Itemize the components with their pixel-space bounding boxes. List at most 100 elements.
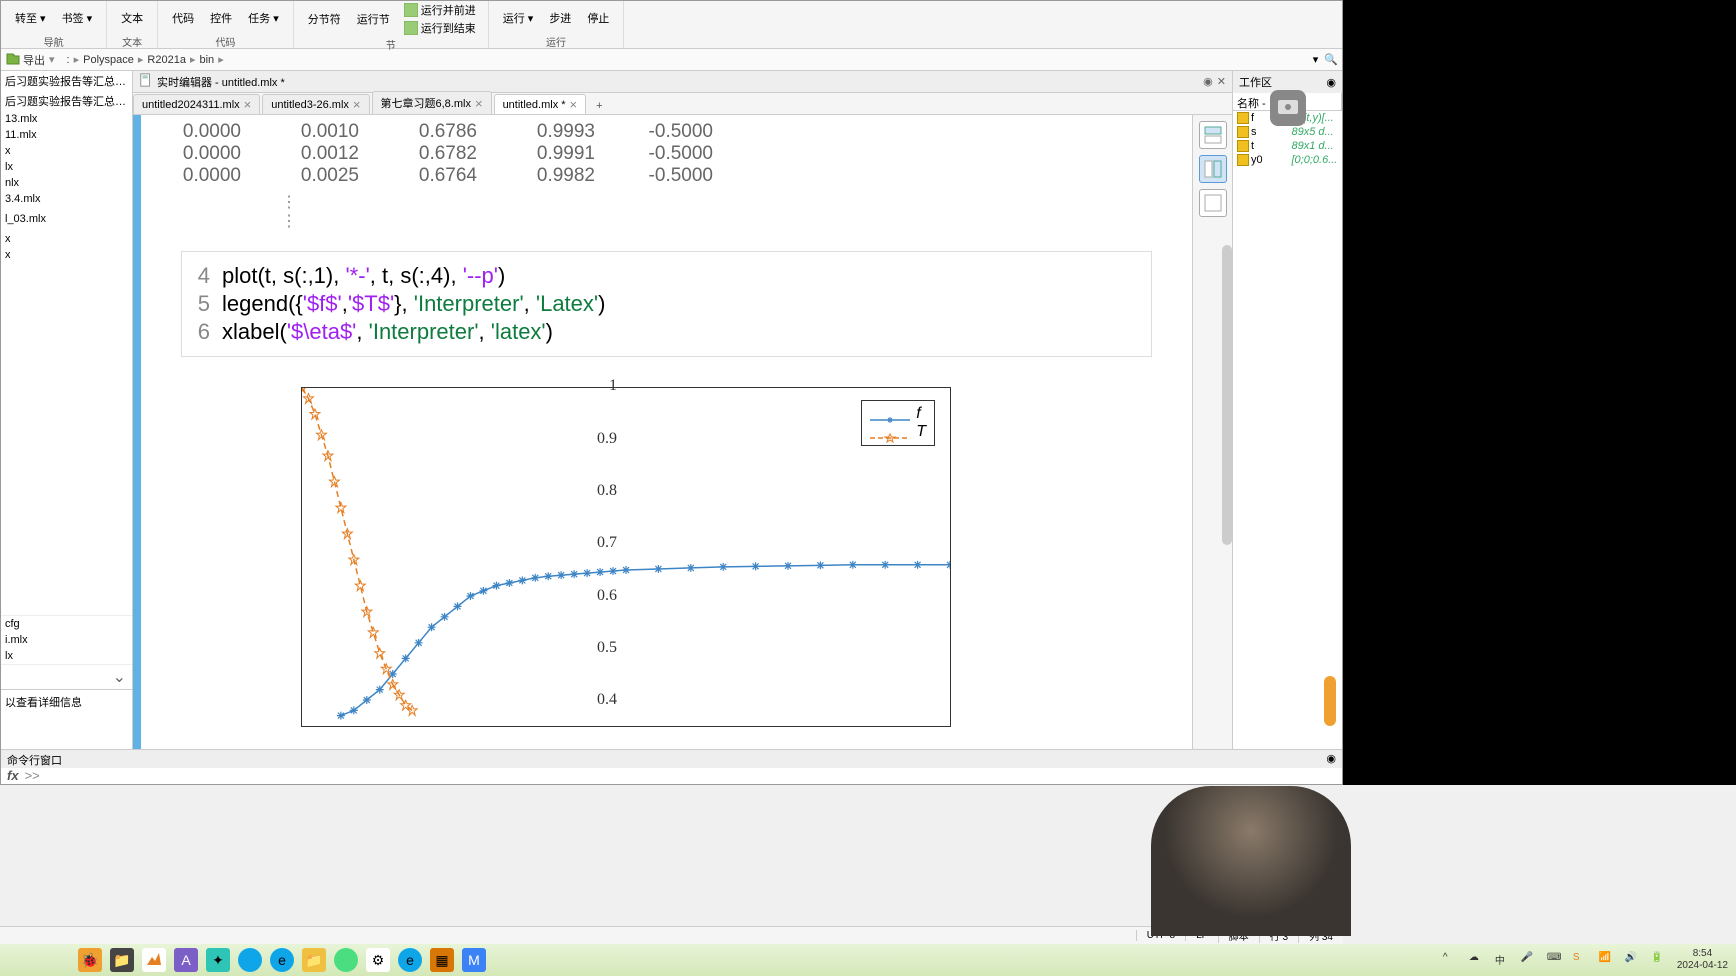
restore-icon[interactable]: ◉	[1203, 75, 1213, 88]
ribbon-button-控件[interactable]: 控件	[204, 8, 238, 28]
file-item[interactable]: 3.4.mlx	[1, 191, 132, 207]
export-icon[interactable]	[5, 52, 21, 68]
tray-volume-icon[interactable]: 🔊	[1625, 952, 1641, 968]
ribbon-group-label: 代码	[215, 34, 235, 48]
taskbar-app-8[interactable]: 📁	[302, 948, 326, 972]
section-gutter[interactable]	[133, 115, 141, 749]
tab-close-icon[interactable]: ×	[353, 98, 361, 111]
workspace-menu-icon[interactable]: ◉	[1326, 76, 1336, 89]
ribbon-button-运行节[interactable]: 运行节	[351, 9, 396, 29]
ribbon-button-步进[interactable]: 步进	[543, 8, 577, 28]
clock-time: 8:54	[1677, 948, 1728, 960]
taskbar-app-7[interactable]: e	[270, 948, 294, 972]
fx-button[interactable]: fx	[7, 768, 19, 783]
ribbon-button-分节符[interactable]: 分节符	[302, 9, 347, 29]
code-block[interactable]: 456 plot(t, s(:,1), '*-', t, s(:,4), '--…	[181, 251, 1152, 357]
ribbon-toolbar: 转至 ▾书签 ▾导航 文本文本 代码控件任务 ▾代码 分节符运行节运行并前进运行…	[1, 1, 1342, 49]
tray-app-icon[interactable]: S	[1573, 952, 1589, 968]
address-segment[interactable]: R2021a	[145, 54, 188, 66]
legend-entry: f	[870, 405, 926, 423]
ribbon-button-运行[interactable]: 运行 ▾	[497, 8, 540, 28]
editor-tab[interactable]: untitled.mlx *×	[494, 94, 587, 114]
view-hide-code-button[interactable]	[1199, 189, 1227, 217]
tab-close-icon[interactable]: ×	[570, 98, 578, 111]
file-item[interactable]: 后习题实验报告等汇总.p...	[1, 71, 132, 91]
tray-battery-icon[interactable]: 🔋	[1651, 952, 1667, 968]
tab-add-button[interactable]: +	[588, 98, 610, 114]
taskbar-app-5[interactable]: ✦	[206, 948, 230, 972]
black-sidebar	[1343, 0, 1736, 785]
taskbar: 🐞 📁 A ✦ e 📁 ⚙ e ▦ M ^ ☁ 中 🎤 ⌨ S 📶 🔊 🔋 8:…	[0, 944, 1736, 976]
close-icon[interactable]: ✕	[1217, 75, 1226, 88]
file-item[interactable]: lx	[1, 159, 132, 175]
taskbar-app-12[interactable]: ▦	[430, 948, 454, 972]
tray-mic-icon[interactable]: 🎤	[1521, 952, 1537, 968]
view-output-inline-button[interactable]	[1199, 121, 1227, 149]
command-window-menu-icon[interactable]: ◉	[1326, 752, 1336, 766]
tray-language-icon[interactable]: 中	[1495, 952, 1511, 968]
tray-chevron-icon[interactable]: ^	[1443, 952, 1459, 968]
workspace-variable-row[interactable]: t89x1 d...	[1233, 139, 1342, 153]
file-item[interactable]: 11.mlx	[1, 127, 132, 143]
ribbon-button-运行到结束[interactable]: 运行到结束	[400, 19, 480, 37]
editor-tab[interactable]: untitled2024311.mlx×	[133, 94, 260, 114]
editor-tab[interactable]: untitled3-26.mlx×	[262, 94, 369, 114]
file-item[interactable]: i.mlx	[1, 632, 132, 648]
ribbon-button-运行并前进[interactable]: 运行并前进	[400, 1, 480, 19]
file-item[interactable]: x	[1, 247, 132, 263]
taskbar-clock[interactable]: 8:54 2024-04-12	[1677, 948, 1728, 972]
file-list-expand-icon[interactable]: ⌄	[1, 664, 132, 689]
address-dropdown-icon[interactable]: ▾	[1313, 53, 1319, 66]
command-window: 命令行窗口 ◉ fx >>	[1, 749, 1342, 784]
address-bar[interactable]: 导出 ▾ :▸Polyspace▸R2021a▸bin▸ ▾ 🔍	[1, 49, 1342, 71]
tray-keyboard-icon[interactable]: ⌨	[1547, 952, 1563, 968]
file-item[interactable]: 13.mlx	[1, 111, 132, 127]
taskbar-matlab[interactable]	[142, 948, 166, 972]
file-item[interactable]: x	[1, 143, 132, 159]
address-segment[interactable]: bin	[198, 54, 217, 66]
taskbar-edge[interactable]: e	[398, 948, 422, 972]
floating-app-icon[interactable]	[1270, 90, 1306, 126]
ribbon-group-label: 节	[386, 37, 396, 51]
editor-tab[interactable]: 第七章习题6,8.mlx×	[372, 91, 492, 114]
address-segment[interactable]: Polyspace	[81, 54, 136, 66]
taskbar-app-9[interactable]	[334, 948, 358, 972]
tab-close-icon[interactable]: ×	[475, 97, 483, 110]
file-item[interactable]: lx	[1, 648, 132, 664]
taskbar-app-1[interactable]: 🐞	[78, 948, 102, 972]
tray-onedrive-icon[interactable]: ☁	[1469, 952, 1485, 968]
ribbon-button-文本[interactable]: 文本	[115, 8, 149, 28]
ribbon-button-停止[interactable]: 停止	[581, 8, 615, 28]
output-cell: 0.9993	[515, 121, 595, 143]
tray-wifi-icon[interactable]: 📶	[1599, 952, 1615, 968]
ribbon-button-书签[interactable]: 书签 ▾	[56, 8, 99, 28]
search-icon[interactable]: 🔍	[1324, 53, 1338, 66]
taskbar-app-4[interactable]: A	[174, 948, 198, 972]
file-browser-panel: 后习题实验报告等汇总.p...后习题实验报告等汇总.m...13.mlx11.m…	[1, 71, 133, 749]
taskbar-app-10[interactable]: ⚙	[366, 948, 390, 972]
address-segment[interactable]: :	[65, 54, 72, 66]
ribbon-button-任务[interactable]: 任务 ▾	[242, 8, 285, 28]
file-list[interactable]: 后习题实验报告等汇总.p...后习题实验报告等汇总.m...13.mlx11.m…	[1, 71, 132, 615]
editor-scrollbar[interactable]	[1222, 245, 1232, 545]
plot-legend: fT	[861, 400, 935, 446]
view-output-right-button[interactable]	[1199, 155, 1227, 183]
file-item[interactable]: x	[1, 231, 132, 247]
file-item[interactable]: 后习题实验报告等汇总.m...	[1, 91, 132, 111]
tab-close-icon[interactable]: ×	[244, 98, 252, 111]
ribbon-button-代码[interactable]: 代码	[166, 8, 200, 28]
taskbar-app-13[interactable]: M	[462, 948, 486, 972]
file-item[interactable]: nlx	[1, 175, 132, 191]
editor-content[interactable]: 0.00000.00100.67860.9993-0.50000.00000.0…	[141, 115, 1192, 749]
taskbar-app-2[interactable]: 📁	[110, 948, 134, 972]
ribbon-button-转至[interactable]: 转至 ▾	[9, 8, 52, 28]
workspace-variable-row[interactable]: y0[0;0;0.6...	[1233, 153, 1342, 167]
command-input[interactable]	[40, 769, 1336, 783]
file-item[interactable]: cfg	[1, 616, 132, 632]
output-cell: -0.5000	[633, 121, 713, 143]
editor-tabs: untitled2024311.mlx×untitled3-26.mlx×第七章…	[133, 93, 1232, 115]
code-lines[interactable]: plot(t, s(:,1), '*-', t, s(:,4), '--p')l…	[222, 262, 1151, 346]
file-item[interactable]: l_03.mlx	[1, 211, 132, 227]
workspace-variable-row[interactable]: s89x5 d...	[1233, 125, 1342, 139]
taskbar-app-6[interactable]	[238, 948, 262, 972]
